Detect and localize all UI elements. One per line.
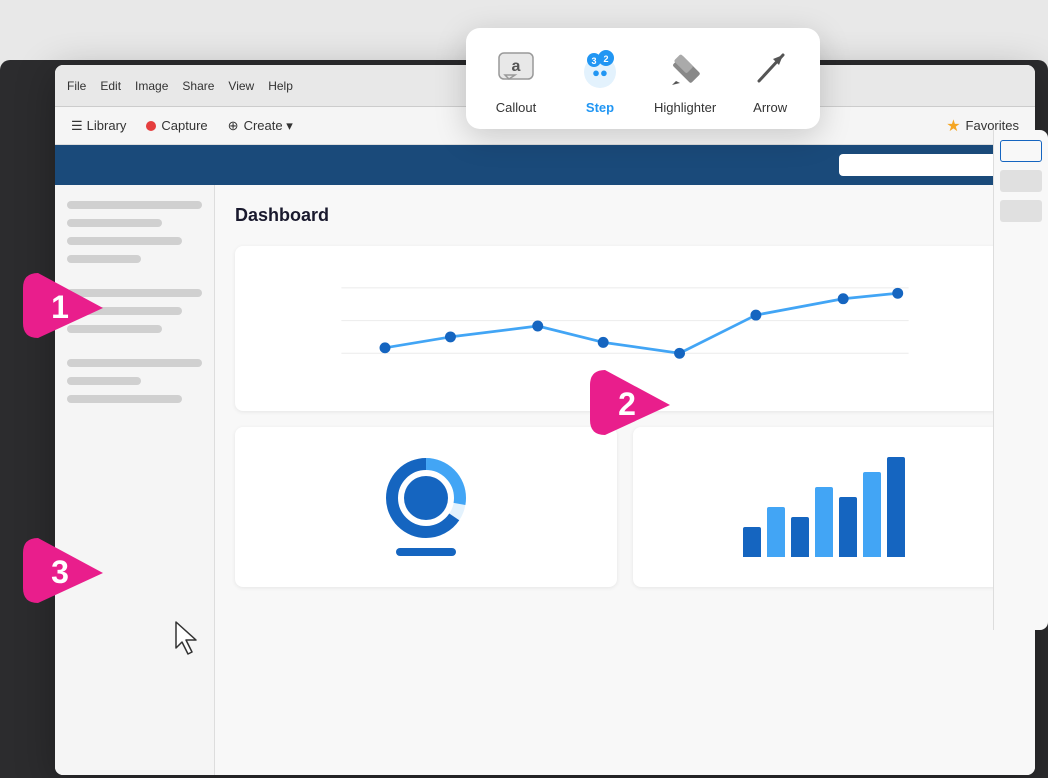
capture-label: Capture (161, 118, 207, 133)
menu-image[interactable]: Image (135, 79, 168, 93)
bar-4 (815, 487, 833, 557)
hamburger-icon: ☰ (71, 118, 83, 134)
menu-file[interactable]: File (67, 79, 86, 93)
bar-3 (791, 517, 809, 557)
svg-text:2: 2 (618, 386, 636, 422)
svg-text:a: a (512, 58, 521, 75)
cursor-icon (172, 620, 202, 661)
bar-1 (743, 527, 761, 557)
step-marker-3: 3 (18, 533, 108, 618)
svg-text:3: 3 (591, 56, 596, 66)
step-icon: ●● 2 3 (576, 44, 624, 92)
bar-7 (887, 457, 905, 557)
step-marker-2: 2 (585, 365, 675, 450)
step-tool[interactable]: ●● 2 3 Step (570, 44, 630, 115)
highlighter-tool[interactable]: Highlighter (654, 44, 716, 115)
menu-help[interactable]: Help (268, 79, 293, 93)
sidebar-line-9 (67, 377, 141, 385)
callout-tool[interactable]: a Callout (486, 44, 546, 115)
library-label: Library (87, 118, 127, 133)
callout-icon: a (492, 44, 540, 92)
capture-button[interactable]: Capture (146, 118, 207, 133)
arrow-tool[interactable]: Arrow (740, 44, 800, 115)
step-label: Step (586, 100, 614, 115)
sidebar-line-3 (67, 237, 182, 245)
svg-text:1: 1 (51, 289, 69, 325)
dashboard-title: Dashboard (235, 205, 1015, 226)
highlighter-icon (661, 44, 709, 92)
bar-5 (839, 497, 857, 557)
content-area: Dashboard (55, 185, 1035, 775)
create-label: Create ▾ (244, 118, 293, 134)
content-header-bar (55, 145, 1035, 185)
svg-text:3: 3 (51, 554, 69, 590)
right-panel-line-blue (1000, 140, 1042, 162)
sidebar-line-2 (67, 219, 162, 227)
bar-chart-wrapper (743, 457, 905, 557)
bar-chart-card (633, 427, 1015, 587)
arrow-label: Arrow (753, 100, 787, 115)
bottom-charts (235, 427, 1015, 587)
bar-2 (767, 507, 785, 557)
bar-6 (863, 472, 881, 557)
donut-svg (386, 458, 466, 538)
sidebar-line-4 (67, 255, 141, 263)
donut-bar (396, 548, 456, 556)
step-marker-1: 1 (18, 268, 108, 353)
star-icon: ★ (946, 116, 960, 136)
menu-view[interactable]: View (228, 79, 254, 93)
right-side-panel (993, 130, 1048, 630)
library-button[interactable]: ☰ Library (71, 118, 126, 134)
create-button[interactable]: ⊕ Create ▾ (228, 118, 293, 134)
donut-wrapper (386, 458, 466, 556)
svg-text:●●: ●● (592, 65, 608, 80)
main-app-window: File Edit Image Share View Help ☰ Librar… (55, 65, 1035, 775)
menu-share[interactable]: Share (182, 79, 214, 93)
right-panel-line-1 (1000, 170, 1042, 192)
callout-label: Callout (496, 100, 536, 115)
menu-edit[interactable]: Edit (100, 79, 121, 93)
menu-bar: File Edit Image Share View Help (67, 79, 293, 93)
sidebar-line-10 (67, 395, 182, 403)
sidebar-line-8 (67, 359, 202, 367)
annotation-toolbar-popup: a Callout ●● 2 3 Step (466, 28, 820, 129)
right-panel-line-2 (1000, 200, 1042, 222)
sidebar-line-1 (67, 201, 202, 209)
plus-icon: ⊕ (228, 118, 239, 134)
donut-chart-card (235, 427, 617, 587)
capture-dot-icon (146, 121, 156, 131)
svg-text:2: 2 (603, 54, 608, 64)
main-content: Dashboard (215, 185, 1035, 775)
highlighter-label: Highlighter (654, 100, 716, 115)
arrow-icon (746, 44, 794, 92)
search-box[interactable] (839, 154, 1019, 176)
